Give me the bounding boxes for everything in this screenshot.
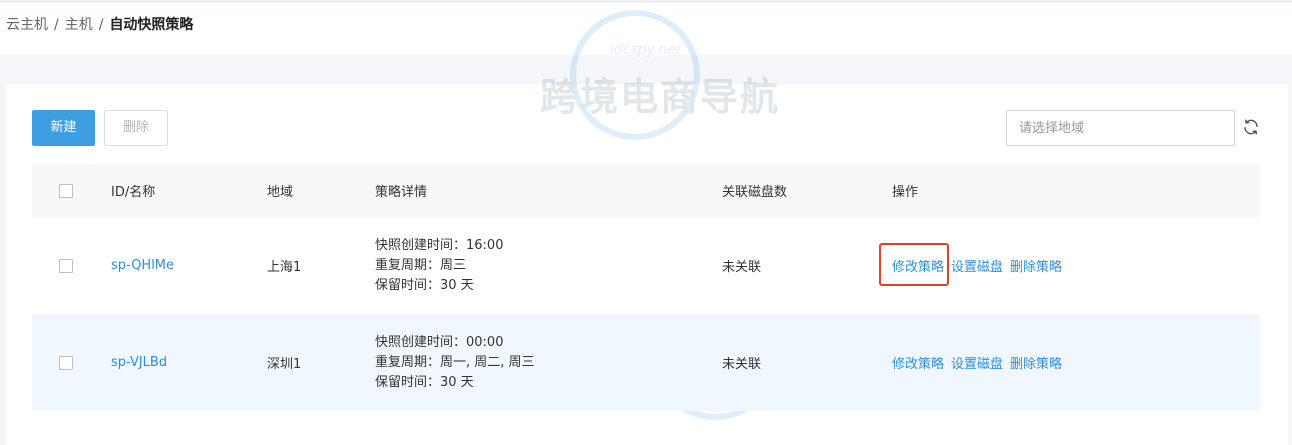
top-bar: 云主机 / 主机 / 自动快照策略 [0, 0, 1292, 55]
edit-policy-link[interactable]: 修改策略 [892, 353, 944, 372]
row-checkbox[interactable] [59, 355, 73, 370]
column-header-disks: 关联磁盘数 [722, 185, 788, 200]
new-button[interactable]: 新建 [32, 110, 95, 146]
delete-policy-link[interactable]: 删除策略 [1010, 256, 1062, 275]
region-select[interactable] [1006, 110, 1235, 146]
column-header-ops: 操作 [892, 185, 919, 200]
refresh-icon[interactable] [1242, 118, 1260, 136]
page-title: 自动快照策略 [109, 17, 194, 33]
delete-button[interactable]: 删除 [104, 110, 168, 146]
policy-id-link[interactable]: sp-VJLBd [111, 355, 167, 370]
set-disk-link[interactable]: 设置磁盘 [951, 256, 1003, 275]
disk-count: 未关联 [722, 260, 762, 275]
top-divider [0, 0, 1292, 3]
snapshot-time: 快照创建时间：00:00 [375, 334, 504, 350]
breadcrumb-separator: / [54, 17, 59, 33]
region-value: 深圳1 [267, 357, 302, 372]
region-value: 上海1 [267, 260, 302, 275]
breadcrumb-item-cloud-host[interactable]: 云主机 [6, 17, 48, 33]
policy-detail: 快照创建时间：00:00 重复周期：周一, 周二, 周三 保留时间：30 天 [375, 333, 535, 393]
breadcrumb-separator: / [98, 17, 104, 33]
column-header-id-name: ID/名称 [111, 185, 156, 200]
table-row: sp-VJLBd 深圳1 快照创建时间：00:00 重复周期：周一, 周二, 周… [32, 314, 1260, 411]
set-disk-link[interactable]: 设置磁盘 [951, 353, 1003, 372]
disk-count: 未关联 [722, 357, 762, 372]
table-header-row: ID/名称 地域 策略详情 关联磁盘数 操作 [32, 164, 1260, 217]
policy-detail: 快照创建时间：16:00 重复周期：周三 保留时间：30 天 [375, 236, 503, 296]
breadcrumb-item-host[interactable]: 主机 [65, 17, 93, 33]
row-checkbox[interactable] [59, 258, 73, 273]
table-row: sp-QHlMe 上海1 快照创建时间：16:00 重复周期：周三 保留时间：3… [32, 217, 1260, 314]
repeat-cycle: 重复周期：周三 [375, 257, 467, 273]
policy-id-link[interactable]: sp-QHlMe [111, 258, 174, 273]
retention-time: 保留时间：30 天 [375, 277, 474, 293]
snapshot-time: 快照创建时间：16:00 [375, 237, 504, 253]
column-header-detail: 策略详情 [375, 185, 428, 200]
delete-policy-link[interactable]: 删除策略 [1010, 353, 1062, 372]
edit-policy-link[interactable]: 修改策略 [878, 243, 950, 286]
repeat-cycle: 重复周期：周一, 周二, 周三 [375, 354, 535, 370]
select-all-checkbox[interactable] [59, 183, 73, 198]
breadcrumb: 云主机 / 主机 / 自动快照策略 [6, 15, 193, 35]
column-header-region: 地域 [267, 185, 294, 200]
retention-time: 保留时间：30 天 [375, 374, 474, 390]
